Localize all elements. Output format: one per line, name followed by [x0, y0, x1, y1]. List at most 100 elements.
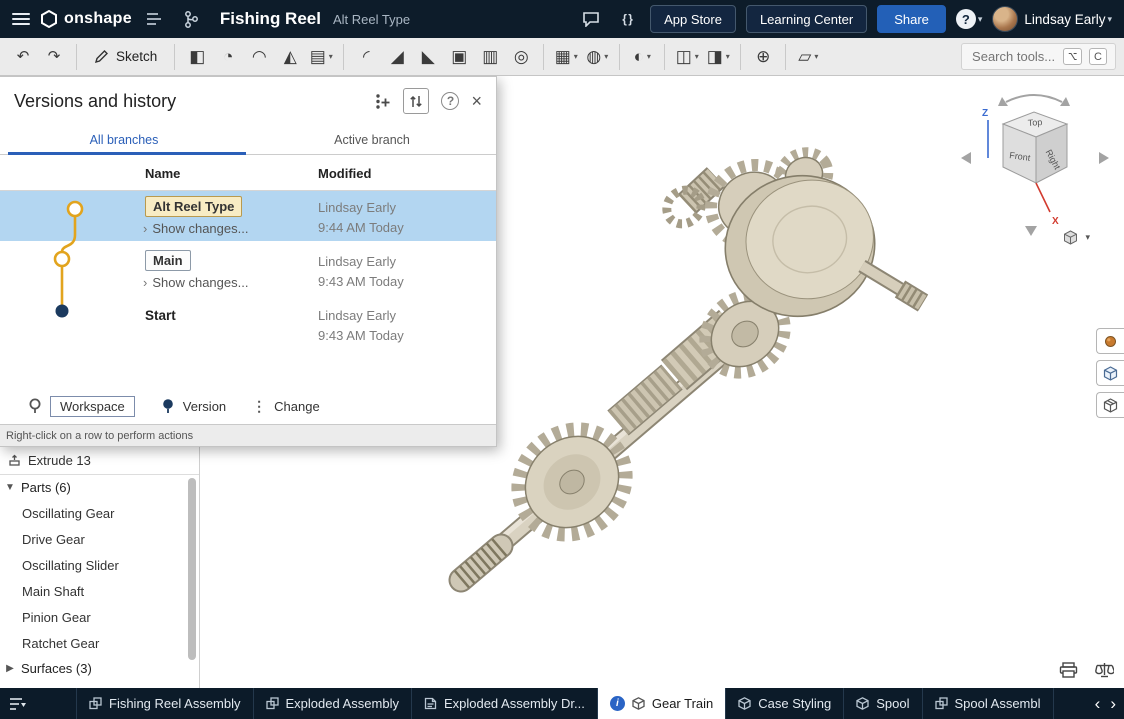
legend-change[interactable]: ⋮ Change: [252, 398, 320, 415]
scroll-tabs-left-icon[interactable]: ‹: [1095, 695, 1101, 712]
tab-spool[interactable]: Spool: [843, 688, 921, 719]
panel-appearance-icon[interactable]: [1096, 328, 1124, 354]
option-key-icon: [1063, 48, 1082, 65]
user-menu[interactable]: Lindsay Early ▾: [992, 6, 1112, 32]
print-icon[interactable]: [1059, 662, 1078, 683]
tab-manager-icon[interactable]: [0, 688, 36, 719]
panel-tables-icon[interactable]: [1096, 392, 1124, 418]
version-name: Start: [145, 308, 176, 323]
part-item[interactable]: Oscillating Slider: [0, 552, 199, 578]
legend: Workspace Version ⋮ Change: [0, 388, 496, 424]
tab-fishing-reel-assembly[interactable]: Fishing Reel Assembly: [76, 688, 253, 719]
version-rows: Alt Reel Type ›Show changes... Lindsay E…: [0, 191, 496, 388]
row-author: Lindsay Early: [318, 254, 396, 269]
chevron-down-icon: ▾: [1085, 232, 1090, 243]
create-version-icon[interactable]: [374, 93, 391, 110]
documents-icon[interactable]: [142, 6, 168, 32]
tab-all-branches[interactable]: All branches: [0, 125, 248, 154]
part-item[interactable]: Drive Gear: [0, 526, 199, 552]
undo-button[interactable]: ↶: [8, 42, 38, 72]
part-item[interactable]: Main Shaft: [0, 578, 199, 604]
close-icon[interactable]: ×: [471, 92, 482, 110]
comment-icon[interactable]: [578, 6, 604, 32]
assembly-icon: [89, 697, 102, 710]
legend-version[interactable]: Version: [161, 398, 226, 414]
sketch-button[interactable]: Sketch: [84, 42, 167, 72]
dialog-title: Versions and history: [14, 91, 362, 112]
main-menu-icon[interactable]: [12, 13, 30, 25]
chevron-down-icon: ▾: [604, 52, 608, 61]
compare-versions-icon[interactable]: [403, 88, 429, 114]
part-item[interactable]: Oscillating Gear: [0, 500, 199, 526]
cube-label-top[interactable]: Top: [1027, 117, 1042, 128]
onshape-logo[interactable]: onshape: [40, 10, 132, 28]
divider: [76, 44, 77, 70]
rotate-left-arrow: [961, 152, 971, 164]
tool-boolean[interactable]: ◐▾: [627, 42, 657, 72]
tab-gear-train[interactable]: i Gear Train: [597, 688, 725, 719]
versions-icon[interactable]: [178, 6, 204, 32]
row-author: Lindsay Early: [318, 200, 396, 215]
featurescript-icon[interactable]: { }: [614, 6, 640, 32]
tool-loft[interactable]: ◭: [275, 42, 305, 72]
add-tab-button[interactable]: [36, 688, 66, 719]
tool-fillet[interactable]: ◜: [351, 42, 381, 72]
tool-thicken[interactable]: ▤▾: [306, 42, 336, 72]
tool-shell[interactable]: ▣: [444, 42, 474, 72]
tool-chamfer[interactable]: ◢: [382, 42, 412, 72]
tool-mate-connector[interactable]: ⊕: [748, 42, 778, 72]
tab-exploded-assembly[interactable]: Exploded Assembly: [253, 688, 411, 719]
feature-item-extrude13[interactable]: Extrude 13: [0, 447, 199, 475]
tool-draft[interactable]: ◣: [413, 42, 443, 72]
show-changes-link[interactable]: ›Show changes...: [143, 221, 248, 236]
part-item[interactable]: Pinion Gear: [0, 604, 199, 630]
dialog-header: Versions and history ? ×: [0, 77, 496, 125]
tab-case-styling[interactable]: Case Styling: [725, 688, 843, 719]
x-axis: [1036, 183, 1050, 212]
chevron-down-icon: ▾: [695, 52, 699, 61]
tab-exploded-assembly-drawing[interactable]: Exploded Assembly Dr...: [411, 688, 597, 719]
workspace-node-alt-reel-type: [68, 202, 82, 216]
tool-extrude[interactable]: ◧: [182, 42, 212, 72]
tab-spool-assembly[interactable]: Spool Assembl: [922, 688, 1054, 719]
chevron-down-icon: ▼: [4, 482, 16, 493]
part-item[interactable]: Ratchet Gear: [0, 630, 199, 656]
scroll-tabs-right-icon[interactable]: ›: [1110, 695, 1116, 712]
tree-scrollbar[interactable]: [188, 478, 196, 660]
feature-tree-list: Extrude 13 ▼ Parts (6) Oscillating Gear …: [0, 447, 199, 688]
tool-split[interactable]: ◫▾: [672, 42, 702, 72]
tool-circular-pattern[interactable]: ◍▾: [582, 42, 612, 72]
view-options-menu[interactable]: ▾: [1063, 230, 1090, 245]
help-menu[interactable]: ? ▾: [956, 9, 983, 29]
mass-properties-icon[interactable]: [1095, 662, 1114, 683]
tab-active-branch[interactable]: Active branch: [248, 125, 496, 154]
tool-hole[interactable]: ◎: [506, 42, 536, 72]
tool-linear-pattern[interactable]: ▦▾: [551, 42, 581, 72]
tree-group-surfaces[interactable]: ▶ Surfaces (3): [0, 656, 199, 681]
view-cube[interactable]: Top Front Right Z X ▾: [958, 84, 1118, 244]
app-store-button[interactable]: App Store: [650, 5, 736, 33]
panel-display-icon[interactable]: [1096, 360, 1124, 386]
tool-rib[interactable]: ▥: [475, 42, 505, 72]
avatar: [992, 6, 1018, 32]
learning-center-button[interactable]: Learning Center: [746, 5, 867, 33]
search-tools-input[interactable]: [970, 48, 1056, 65]
redo-button[interactable]: ↷: [39, 42, 69, 72]
tool-mirror[interactable]: ◨▾: [703, 42, 733, 72]
share-button[interactable]: Share: [877, 5, 946, 33]
tree-group-parts[interactable]: ▼ Parts (6): [0, 475, 199, 500]
tool-revolve[interactable]: ◔: [213, 42, 243, 72]
tool-sheet-metal[interactable]: ▱▾: [793, 42, 823, 72]
tool-sweep[interactable]: ◠: [244, 42, 274, 72]
chevron-down-icon: ▾: [574, 52, 578, 61]
help-icon[interactable]: ?: [441, 92, 459, 110]
chevron-down-icon: ▾: [1107, 14, 1112, 25]
pencil-icon: [94, 49, 109, 64]
divider: [543, 44, 544, 70]
show-changes-link[interactable]: ›Show changes...: [143, 275, 248, 290]
chevron-right-icon: ›: [143, 275, 147, 290]
legend-workspace[interactable]: Workspace: [28, 396, 135, 417]
workspace-chip: Alt Reel Type: [145, 196, 242, 217]
version-graph: [0, 191, 140, 361]
search-tools-field[interactable]: C: [961, 43, 1116, 70]
